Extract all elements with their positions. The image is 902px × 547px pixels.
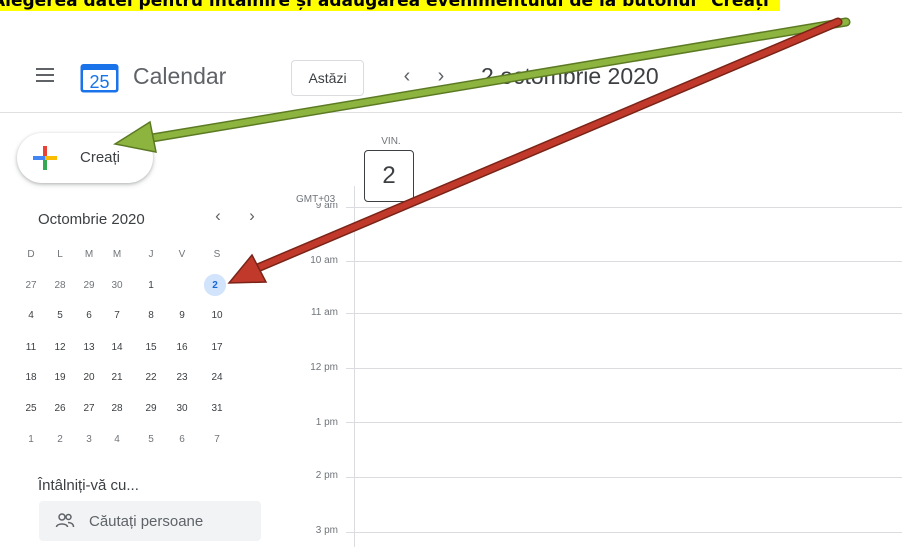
weekday-label: M <box>112 248 122 260</box>
weekday-label: L <box>57 248 63 260</box>
mini-calendar-day[interactable]: 16 <box>171 336 193 358</box>
mini-calendar-day[interactable]: 19 <box>49 366 71 388</box>
mini-calendar-day[interactable]: 17 <box>206 336 228 358</box>
mini-calendar-day[interactable]: 29 <box>78 274 100 296</box>
weekday-label: M <box>84 248 94 260</box>
mini-calendar-day[interactable]: 5 <box>140 428 162 450</box>
weekday-label: J <box>148 248 154 260</box>
mini-calendar-day[interactable]: 28 <box>49 274 71 296</box>
hour-label: 12 pm <box>310 362 338 373</box>
mini-calendar-day[interactable]: 26 <box>49 397 71 419</box>
mini-calendar-day[interactable]: 8 <box>140 304 162 326</box>
hour-label: 10 am <box>310 255 338 266</box>
mini-calendar-day[interactable]: 25 <box>20 397 42 419</box>
hour-label: 2 pm <box>315 470 338 481</box>
mini-calendar-day[interactable]: 20 <box>78 366 100 388</box>
weekday-label: D <box>27 248 35 260</box>
app-title: Calendar <box>133 63 227 89</box>
mini-calendar-day[interactable]: 4 <box>106 428 128 450</box>
logo-day-number: 25 <box>89 72 109 92</box>
create-button[interactable]: Creați <box>17 133 153 183</box>
hour-line <box>346 313 902 314</box>
mini-calendar-day[interactable]: 7 <box>206 428 228 450</box>
mini-calendar-day[interactable]: 9 <box>171 304 193 326</box>
mini-calendar-day[interactable]: 7 <box>106 304 128 326</box>
create-button-label: Creați <box>80 149 121 166</box>
hour-label: 11 am <box>310 307 338 318</box>
hour-label: 9 am <box>315 203 338 210</box>
day-of-week-label: VIN. <box>381 136 401 147</box>
mini-calendar-day[interactable]: 10 <box>206 304 228 326</box>
hour-line <box>346 422 902 423</box>
previous-day-button[interactable]: ‹ <box>396 65 418 88</box>
mini-calendar-next-button[interactable]: › <box>242 206 262 226</box>
hour-line <box>346 532 902 533</box>
hour-line <box>346 368 902 369</box>
mini-calendar-day[interactable]: 22 <box>140 366 162 388</box>
hour-label: 3 pm <box>315 525 338 536</box>
mini-calendar-day[interactable]: 21 <box>106 366 128 388</box>
mini-calendar-day[interactable]: 13 <box>78 336 100 358</box>
mini-calendar-day[interactable]: 23 <box>171 366 193 388</box>
today-button[interactable]: Astăzi <box>291 60 364 96</box>
mini-calendar-day[interactable]: 27 <box>20 274 42 296</box>
mini-calendar-day[interactable]: 12 <box>49 336 71 358</box>
header-divider <box>0 112 902 113</box>
mini-calendar-day[interactable]: 11 <box>20 336 42 358</box>
instruction-banner: Alegerea datei pentru întâlnire și adăug… <box>0 0 902 22</box>
mini-calendar-day[interactable]: 3 <box>78 428 100 450</box>
search-people-input[interactable]: Căutați persoane <box>39 501 261 541</box>
mini-calendar-day[interactable]: 28 <box>106 397 128 419</box>
mini-calendar-day[interactable]: 4 <box>20 304 42 326</box>
instruction-text: Alegerea datei pentru întâlnire și adăug… <box>0 0 780 11</box>
weekday-label: V <box>178 248 186 260</box>
mini-calendar-day[interactable]: 1 <box>20 428 42 450</box>
mini-calendar-day[interactable]: 31 <box>206 397 228 419</box>
hour-line <box>346 207 902 208</box>
mini-calendar-day[interactable]: 18 <box>20 366 42 388</box>
mini-calendar-day[interactable]: 1 <box>140 274 162 296</box>
weekday-label: S <box>213 248 221 260</box>
current-date-title: 2 octombrie 2020 <box>481 63 659 89</box>
mini-calendar-day[interactable]: 2 <box>49 428 71 450</box>
mini-calendar-day[interactable]: 27 <box>78 397 100 419</box>
mini-calendar-day[interactable]: 29 <box>140 397 162 419</box>
calendar-logo[interactable]: 25 <box>80 62 119 93</box>
mini-calendar-day[interactable]: 24 <box>206 366 228 388</box>
people-icon <box>55 513 75 528</box>
mini-calendar-day[interactable]: 6 <box>171 428 193 450</box>
mini-calendar-day[interactable]: 6 <box>78 304 100 326</box>
mini-calendar-selected-day[interactable]: 2 <box>204 274 226 296</box>
plus-icon <box>33 146 57 170</box>
meet-with-title: Întâlniți-vă cu... <box>38 477 139 494</box>
hour-label: 1 pm <box>315 417 338 428</box>
mini-calendar-day[interactable]: 30 <box>171 397 193 419</box>
mini-calendar-day[interactable]: 5 <box>49 304 71 326</box>
day-number-button[interactable]: 2 <box>364 150 414 202</box>
hour-line <box>346 477 902 478</box>
mini-calendar-day[interactable]: 14 <box>106 336 128 358</box>
mini-calendar-prev-button[interactable]: ‹ <box>208 206 228 226</box>
main-menu-icon[interactable] <box>36 68 54 82</box>
mini-calendar-title: Octombrie 2020 <box>38 211 145 228</box>
hour-line <box>346 261 902 262</box>
mini-calendar-day[interactable]: 15 <box>140 336 162 358</box>
next-day-button[interactable]: › <box>430 65 452 88</box>
time-grid-divider <box>354 186 355 547</box>
mini-calendar-day[interactable]: 30 <box>106 274 128 296</box>
search-people-placeholder: Căutați persoane <box>89 513 204 530</box>
